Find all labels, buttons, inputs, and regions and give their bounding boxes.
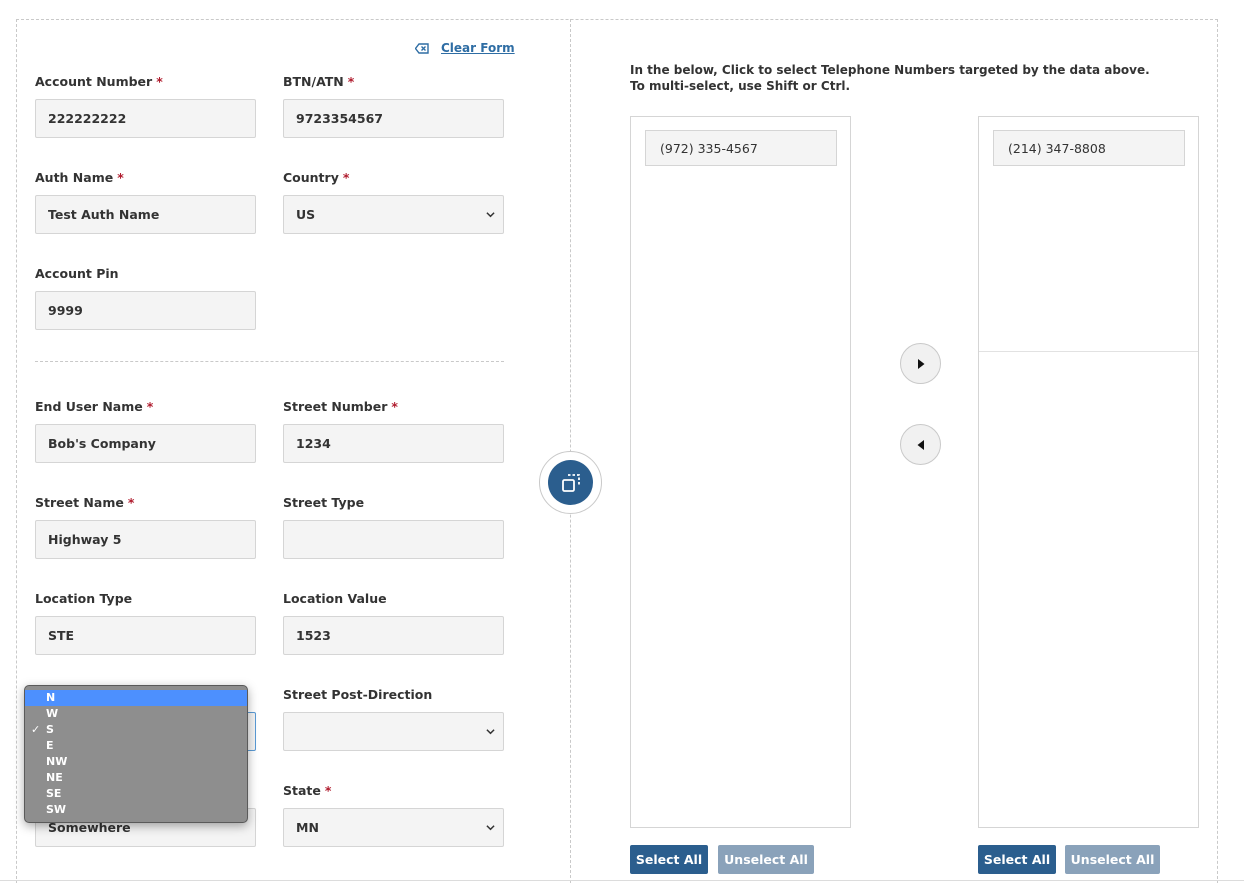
- caret-left-icon: [917, 439, 924, 450]
- dropdown-option-label: N: [46, 691, 56, 704]
- clear-icon: [415, 42, 429, 54]
- chevron-down-icon: [486, 825, 495, 831]
- copy-icon: [548, 460, 593, 505]
- checkmark-icon: ✓: [31, 723, 41, 736]
- btn-atn-input[interactable]: 9723354567: [283, 99, 504, 138]
- country-select[interactable]: US: [283, 195, 504, 234]
- unselect-all-selected-button[interactable]: Unselect All: [1065, 845, 1160, 874]
- auth-name-label: Auth Name *: [35, 170, 124, 185]
- street-type-input[interactable]: [283, 520, 504, 559]
- selection-instructions: In the below, Click to select Telephone …: [630, 63, 1150, 93]
- street-number-label: Street Number *: [283, 399, 398, 414]
- state-label: State *: [283, 783, 332, 798]
- unselect-all-available-button[interactable]: Unselect All: [718, 845, 814, 874]
- state-select[interactable]: MN: [283, 808, 504, 847]
- list-divider: [979, 351, 1198, 352]
- dropdown-option-w[interactable]: W: [25, 706, 247, 722]
- page-bottom-border: [0, 880, 1244, 881]
- list-item[interactable]: (972) 335-4567: [645, 130, 837, 166]
- street-post-direction-label: Street Post-Direction: [283, 687, 433, 702]
- dropdown-option-label: SW: [46, 803, 67, 816]
- location-type-input[interactable]: STE: [35, 616, 256, 655]
- selected-numbers-list[interactable]: (214) 347-8808: [978, 116, 1199, 828]
- account-pin-input[interactable]: 9999: [35, 291, 256, 330]
- dropdown-option-n[interactable]: N: [25, 690, 247, 706]
- list-item[interactable]: (214) 347-8808: [993, 130, 1185, 166]
- dropdown-option-se[interactable]: SE: [25, 786, 247, 802]
- dropdown-option-ne[interactable]: NE: [25, 770, 247, 786]
- available-numbers-list[interactable]: (972) 335-4567: [630, 116, 851, 828]
- auth-name-input[interactable]: Test Auth Name: [35, 195, 256, 234]
- pre-direction-dropdown-menu: N W ✓ S E NW NE SE SW: [24, 685, 248, 823]
- account-number-input[interactable]: 222222222: [35, 99, 256, 138]
- clear-form-label: Clear Form: [441, 41, 515, 55]
- dropdown-option-s[interactable]: ✓ S: [25, 722, 247, 738]
- dropdown-option-nw[interactable]: NW: [25, 754, 247, 770]
- street-name-label: Street Name *: [35, 495, 135, 510]
- street-number-input[interactable]: 1234: [283, 424, 504, 463]
- move-left-button[interactable]: [900, 424, 941, 465]
- location-type-label: Location Type: [35, 591, 133, 606]
- dropdown-option-label: E: [46, 739, 54, 752]
- end-user-name-label: End User Name *: [35, 399, 154, 414]
- select-all-available-button[interactable]: Select All: [630, 845, 708, 874]
- btn-atn-label: BTN/ATN *: [283, 74, 355, 89]
- dropdown-option-label: SE: [46, 787, 62, 800]
- chevron-down-icon: [486, 729, 495, 735]
- copy-swap-button[interactable]: [539, 451, 602, 514]
- dropdown-option-label: NE: [46, 771, 63, 784]
- location-value-input[interactable]: 1523: [283, 616, 504, 655]
- account-pin-label: Account Pin: [35, 266, 119, 281]
- dropdown-option-label: S: [46, 723, 54, 736]
- clear-form-link[interactable]: Clear Form: [415, 40, 515, 56]
- end-user-name-input[interactable]: Bob's Company: [35, 424, 256, 463]
- dropdown-option-label: W: [46, 707, 59, 720]
- dropdown-option-e[interactable]: E: [25, 738, 247, 754]
- move-right-button[interactable]: [900, 343, 941, 384]
- account-number-label: Account Number *: [35, 74, 163, 89]
- chevron-down-icon: [486, 212, 495, 218]
- country-label: Country *: [283, 170, 350, 185]
- caret-right-icon: [917, 358, 924, 369]
- dropdown-option-sw[interactable]: SW: [25, 802, 247, 818]
- location-value-label: Location Value: [283, 591, 387, 606]
- street-type-label: Street Type: [283, 495, 365, 510]
- dropdown-option-label: NW: [46, 755, 68, 768]
- street-name-input[interactable]: Highway 5: [35, 520, 256, 559]
- street-post-direction-select[interactable]: [283, 712, 504, 751]
- section-separator: [35, 361, 504, 362]
- select-all-selected-button[interactable]: Select All: [978, 845, 1056, 874]
